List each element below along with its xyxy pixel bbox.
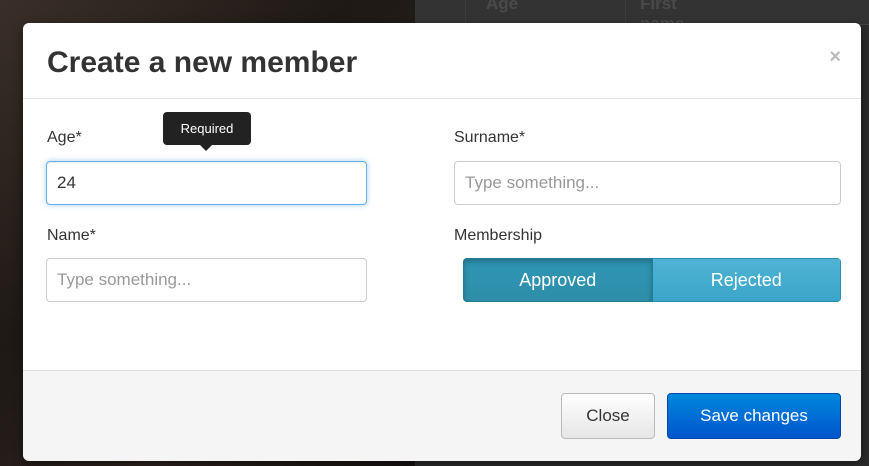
background-column-label: Age: [486, 0, 519, 13]
modal-header: Create a new member ×: [23, 23, 861, 99]
membership-approved-button[interactable]: Approved: [463, 258, 653, 302]
required-tooltip: Required: [163, 112, 251, 151]
age-label: Age*: [47, 129, 82, 146]
close-button[interactable]: Close: [561, 393, 655, 439]
membership-label: Membership: [454, 227, 543, 244]
background-table-header: Age First name: [415, 0, 869, 33]
modal-footer: Close Save changes: [23, 370, 861, 461]
membership-rejected-button[interactable]: Rejected: [652, 258, 841, 302]
close-icon[interactable]: ×: [829, 47, 841, 67]
membership-toggle: Approved Rejected: [463, 258, 841, 302]
modal-title: Create a new member: [47, 46, 358, 79]
background-column-first-name: First name: [625, 0, 684, 33]
surname-input[interactable]: [454, 161, 841, 205]
save-changes-button[interactable]: Save changes: [667, 393, 841, 439]
age-input[interactable]: [46, 161, 367, 205]
create-member-modal: Create a new member × Age* Required Surn…: [23, 23, 861, 461]
name-input[interactable]: [46, 258, 367, 302]
background-column-age: Age: [465, 0, 518, 24]
name-label: Name*: [47, 227, 96, 244]
surname-label: Surname*: [454, 129, 526, 146]
